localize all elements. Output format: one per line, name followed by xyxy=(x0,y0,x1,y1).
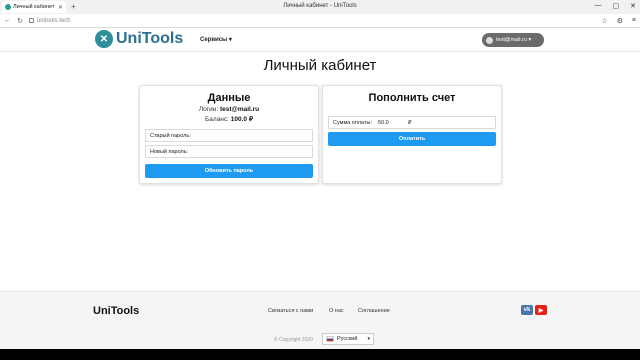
footer-logo[interactable]: UniTools xyxy=(93,305,139,317)
lock-icon xyxy=(28,18,34,23)
tools-icon: ✕ xyxy=(95,30,113,48)
services-dropdown[interactable]: Сервисы ▾ xyxy=(200,36,232,43)
language-select[interactable]: Русский ▾ xyxy=(322,333,374,345)
bottom-black-bar xyxy=(0,349,640,360)
language-label: Русский xyxy=(337,336,358,342)
old-password-label: Старый пароль: xyxy=(150,132,191,139)
window-controls: — ▢ ✕ xyxy=(595,2,637,10)
footer-link-contact[interactable]: Связаться с нами xyxy=(268,308,313,314)
browser-tab-bar: Личный кабинет - UniT ✕ + Личный кабинет… xyxy=(0,0,640,14)
logo-text: UniTools xyxy=(116,30,184,47)
extensions-icon[interactable]: ⚙ xyxy=(617,17,623,25)
amount-label: Сумма оплаты: xyxy=(333,119,372,126)
new-password-label: Новый пароль: xyxy=(150,148,189,155)
avatar-icon xyxy=(486,36,493,44)
tab-title: Личный кабинет - UniT xyxy=(13,4,56,10)
new-password-field[interactable]: Новый пароль: xyxy=(145,145,313,158)
old-password-field[interactable]: Старый пароль: xyxy=(145,129,313,142)
top-up-card-title: Пополнить счет xyxy=(368,92,456,104)
update-password-button[interactable]: Обновить пароль xyxy=(145,164,313,178)
balance-label: Баланс: xyxy=(205,116,229,123)
url-field[interactable]: unitools.tech xyxy=(28,17,71,24)
vk-icon[interactable]: vk xyxy=(521,305,533,315)
pay-button[interactable]: Оплатить xyxy=(328,132,496,146)
balance-line: Баланс: 100.0 ₽ xyxy=(140,115,318,123)
balance-value: 100.0 ₽ xyxy=(230,116,253,123)
minimize-icon[interactable]: — xyxy=(595,2,602,10)
toolbar-icons: ☆ ⚙ ≡ xyxy=(601,17,636,25)
user-email: test@mail.ru ▾ xyxy=(496,37,532,43)
top-up-card: Пополнить счет Сумма оплаты: 50.0 ₽ Опла… xyxy=(322,85,502,184)
footer-link-about[interactable]: О нас xyxy=(329,308,344,314)
window-title: Личный кабинет - UniTools xyxy=(283,3,357,9)
site-header: ✕ UniTools Сервисы ▾ test@mail.ru ▾ xyxy=(0,28,640,52)
screen: Личный кабинет - UniT ✕ + Личный кабинет… xyxy=(0,0,640,360)
site-footer: UniTools Связаться с нами О нас Соглашен… xyxy=(0,291,640,349)
browser-tab[interactable]: Личный кабинет - UniT ✕ xyxy=(2,1,66,13)
login-line: Логин: test@mail.ru xyxy=(140,106,318,113)
amount-input[interactable]: 50.0 xyxy=(376,119,404,126)
copyright-text: © Copyright 2020 xyxy=(274,337,313,343)
site-logo[interactable]: ✕ UniTools xyxy=(95,30,183,48)
chevron-down-icon: ▾ xyxy=(367,336,370,342)
youtube-icon[interactable]: ▶ xyxy=(535,305,547,315)
tab-close-icon[interactable]: ✕ xyxy=(58,4,63,11)
login-label: Логин: xyxy=(198,106,219,113)
bookmark-icon[interactable]: ☆ xyxy=(601,17,607,25)
currency-symbol: ₽ xyxy=(408,119,412,126)
payment-amount-row: Сумма оплаты: 50.0 ₽ xyxy=(328,116,496,129)
new-tab-button[interactable]: + xyxy=(71,3,76,11)
site-favicon-icon xyxy=(5,4,11,10)
url-text: unitools.tech xyxy=(36,17,71,24)
russia-flag-icon xyxy=(326,336,334,342)
user-menu-button[interactable]: test@mail.ru ▾ xyxy=(482,33,544,47)
address-bar: ← ↻ unitools.tech ☆ ⚙ ≡ xyxy=(0,14,640,28)
page-title: Личный кабинет xyxy=(263,57,377,74)
reload-icon[interactable]: ↻ xyxy=(17,17,23,25)
login-value: test@mail.ru xyxy=(219,106,260,113)
footer-link-agreement[interactable]: Соглашение xyxy=(358,308,390,314)
maximize-icon[interactable]: ▢ xyxy=(613,2,620,10)
data-card-title: Данные xyxy=(207,92,251,104)
account-data-card: Данные Логин: test@mail.ru Баланс: 100.0… xyxy=(139,85,319,184)
back-icon[interactable]: ← xyxy=(4,17,11,24)
menu-icon[interactable]: ≡ xyxy=(632,17,636,25)
close-window-icon[interactable]: ✕ xyxy=(630,2,636,10)
